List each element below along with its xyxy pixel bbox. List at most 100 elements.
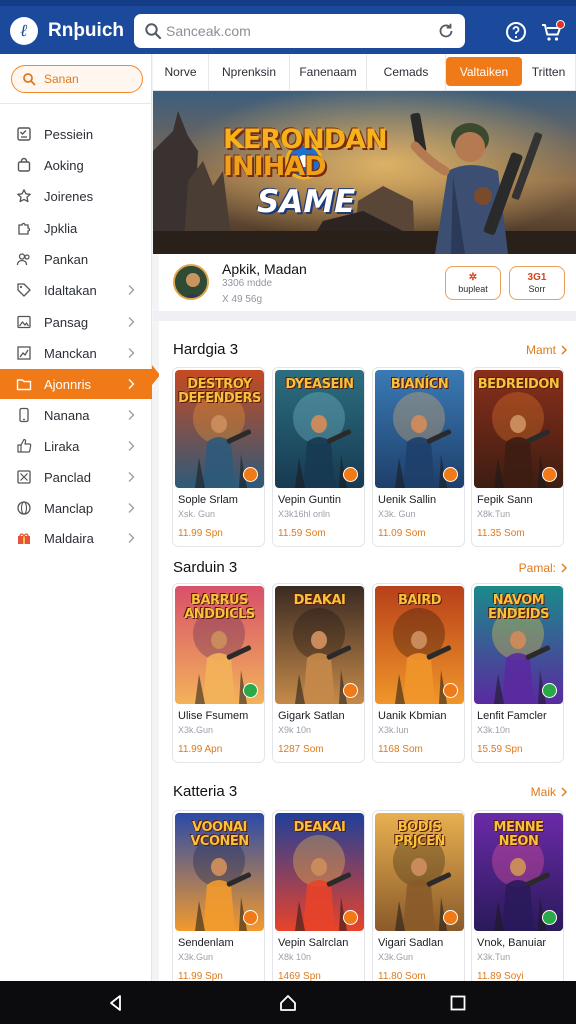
tab-item[interactable]: Nprenksin — [209, 54, 290, 90]
play-badge-icon — [542, 683, 557, 698]
game-section: Katteria 3 Maik VOONAI VCONEN Sendenlam X… — [159, 768, 576, 990]
sidebar-item[interactable]: Manclap — [0, 493, 152, 523]
play-badge-icon — [443, 683, 458, 698]
game-card[interactable]: NAVOM ENDEIDS Lenfit Famcler X3k.10n 15.… — [471, 583, 564, 763]
game-meta: X3k16hl oriln — [278, 509, 331, 519]
game-card[interactable]: DEAKAI Gigark Satlan X9k 10n 1287 Som — [272, 583, 365, 763]
sidebar-item[interactable]: Jpklia — [0, 213, 152, 243]
game-meta: Xsk. Gun — [178, 509, 216, 519]
game-title: Ulise Fsumem — [178, 710, 249, 722]
sidebar-item-label: Nanana — [44, 408, 90, 423]
sidebar-search-button[interactable]: Sanan — [11, 65, 143, 93]
avatar[interactable] — [173, 264, 209, 300]
game-price: 15.59 Spn — [477, 744, 523, 755]
game-card[interactable]: MENNE NEON Vnok, Banuiar X3k.Tun 11.89 S… — [471, 810, 564, 990]
people-icon — [16, 253, 30, 266]
game-card[interactable]: BODIS PRJCEN Vigari Sadlan X3k.Gun 11.80… — [372, 810, 465, 990]
game-cover-title: BODIS PRJCEN — [394, 820, 445, 849]
sidebar-item[interactable]: Nanana — [0, 400, 152, 430]
image-icon — [17, 315, 31, 329]
profile-action-button-2[interactable]: 3G1 Sorr — [509, 266, 565, 300]
game-meta: X3k.Gun — [378, 952, 414, 962]
chevron-right-icon — [128, 317, 135, 327]
sidebar-item-label: Aoking — [44, 158, 84, 173]
play-badge-icon — [443, 910, 458, 925]
game-thumbnail: BIANÍCN — [375, 370, 464, 488]
sidebar-item[interactable]: Pankan — [0, 244, 152, 274]
game-section: Sarduin 3 Pamal: BARRUS ANDDICLS Ulise Fs… — [159, 553, 576, 768]
game-thumbnail: NAVOM ENDEIDS — [474, 586, 563, 704]
sidebar-item[interactable]: Liraka — [0, 431, 152, 461]
sidebar-item[interactable]: Maldaira — [0, 523, 152, 553]
sidebar-item[interactable]: Manckan — [0, 338, 152, 368]
game-card[interactable]: BIANÍCN Uenik Sallin X3k. Gun 11.09 Som — [372, 367, 465, 547]
home-icon[interactable] — [279, 994, 297, 1012]
game-thumbnail: BAIRD — [375, 586, 464, 704]
top-header: ℓ Rnþuich — [0, 6, 576, 54]
action-label: Sorr — [528, 283, 546, 294]
action-label: bupleat — [458, 283, 488, 294]
chevron-right-icon — [128, 441, 135, 451]
game-meta: X3k.Gun — [178, 725, 214, 735]
game-card[interactable]: DEAKAI Vepin Salrclan X8k 10n 1469 Spn — [272, 810, 365, 990]
system-navbar — [0, 981, 576, 1024]
tab-item[interactable]: Valtaiken — [446, 57, 522, 86]
play-badge-icon — [343, 467, 358, 482]
tab-item[interactable]: Tritten — [522, 54, 576, 90]
tab-item[interactable]: Norve — [153, 54, 209, 90]
section-more-link[interactable]: Pamal: — [519, 561, 556, 575]
divider — [153, 311, 576, 321]
hero-banner[interactable]: KERONDAN INIHAD SAME — [153, 91, 576, 254]
game-title: Sendenlam — [178, 937, 234, 949]
play-badge-icon — [243, 467, 258, 482]
tab-item[interactable]: Fanenaam — [290, 54, 367, 90]
refresh-icon[interactable] — [437, 22, 455, 40]
sidebar-item[interactable]: Pessiein — [0, 119, 152, 149]
brand-logo-icon[interactable]: ℓ — [10, 17, 38, 45]
sidebar-item-label: Manclap — [44, 501, 94, 516]
back-icon[interactable] — [107, 994, 125, 1012]
puzzle-icon — [18, 222, 31, 235]
game-thumbnail: BODIS PRJCEN — [375, 813, 464, 931]
cart-badge — [556, 20, 565, 29]
section-more-link[interactable]: Mamt — [526, 343, 556, 357]
globe-icon — [17, 501, 31, 515]
game-meta: X9k 10n — [278, 725, 312, 735]
profile-action-button-1[interactable]: ✲ bupleat — [445, 266, 501, 300]
app-title[interactable]: Rnþuich — [48, 20, 124, 42]
game-thumbnail: MENNE NEON — [474, 813, 563, 931]
search-input[interactable] — [166, 21, 426, 41]
sidebar-item[interactable]: Idaltakan — [0, 275, 152, 305]
sidebar-item[interactable]: Joirenes — [0, 181, 152, 211]
game-card[interactable]: DYEASEIN Vepin Guntin X3k16hl oriln 11.5… — [272, 367, 365, 547]
game-cover-title: MENNE NEON — [493, 820, 544, 849]
recents-icon[interactable] — [449, 994, 467, 1012]
game-card[interactable]: BEDREIDON Fepik Sann X8k.Tun 11.35 Som — [471, 367, 564, 547]
game-cover-title: DEAKAI — [293, 593, 346, 608]
game-meta: X8k 10n — [278, 952, 312, 962]
section-more-link[interactable]: Maik — [531, 785, 556, 799]
game-cover-title: BIANÍCN — [390, 377, 449, 392]
sidebar-item[interactable]: Aoking — [0, 150, 152, 180]
game-card[interactable]: VOONAI VCONEN Sendenlam X3k.Gun 11.99 Sp… — [172, 810, 265, 990]
game-cover-title: BAIRD — [397, 593, 442, 608]
game-card[interactable]: BAIRD Uanik Kbmian X3k.Iun 1168 Som — [372, 583, 465, 763]
sidebar-item[interactable]: Ajonnris — [0, 369, 152, 399]
sidebar-item[interactable]: Panclad — [0, 462, 152, 492]
tab-item[interactable]: Cemads — [367, 54, 446, 90]
search-icon — [23, 73, 36, 86]
sidebar-item[interactable]: Pansag — [0, 307, 152, 337]
game-cover-title: BARRUS ANDDICLS — [184, 593, 255, 622]
game-thumbnail: DEAKAI — [275, 586, 364, 704]
game-card[interactable]: BARRUS ANDDICLS Ulise Fsumem X3k.Gun 11.… — [172, 583, 265, 763]
game-cover-title: DESTROY DEFENDERS — [178, 377, 261, 406]
game-meta: X3k.Tun — [477, 952, 511, 962]
game-price: 11.35 Som — [477, 528, 525, 539]
sidebar-item-label: Jpklia — [44, 221, 78, 236]
search-bar[interactable] — [134, 14, 465, 48]
avatar-image — [175, 266, 207, 298]
section-title: Katteria 3 — [173, 783, 238, 800]
game-thumbnail: DESTROY DEFENDERS — [175, 370, 264, 488]
help-icon[interactable] — [504, 20, 528, 44]
game-card[interactable]: DESTROY DEFENDERS Sople Srlam Xsk. Gun 1… — [172, 367, 265, 547]
